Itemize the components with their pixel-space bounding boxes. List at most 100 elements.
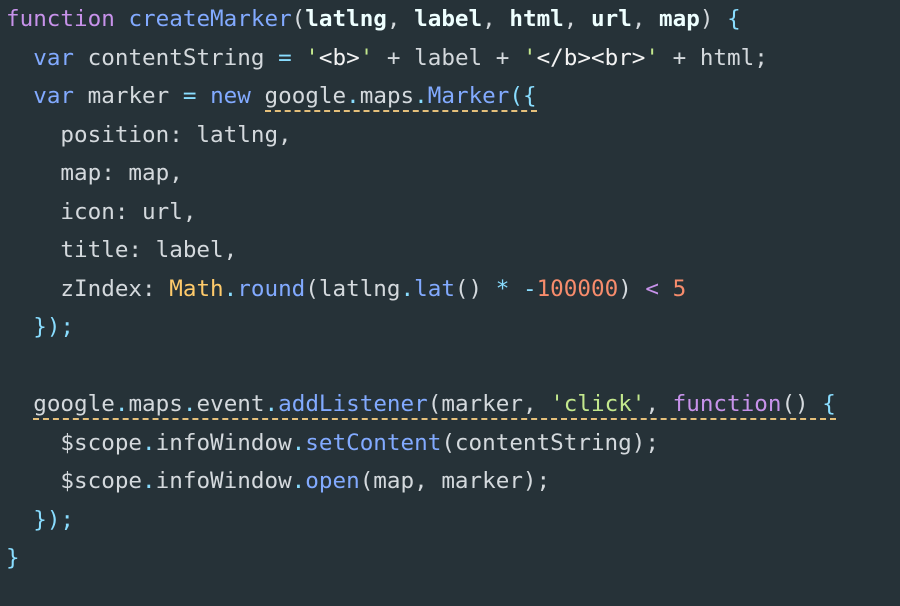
- code-token: <: [645, 275, 660, 302]
- code-token: .: [114, 391, 129, 417]
- code-line[interactable]: title: label,: [6, 231, 900, 270]
- code-line[interactable]: $scope.infoWindow.setContent(contentStri…: [6, 424, 900, 463]
- code-token: var: [33, 44, 75, 71]
- code-line[interactable]: [6, 347, 900, 386]
- code-token: + label +: [373, 44, 523, 71]
- code-token: html: [509, 6, 564, 32]
- code-token: var: [33, 83, 75, 109]
- code-token: maps: [359, 83, 415, 109]
- code-token: $scope: [6, 429, 143, 456]
- code-token: latlng: [305, 6, 387, 32]
- code-token: </b><br>: [536, 44, 646, 71]
- code-token: marker: [74, 83, 183, 109]
- code-token: google: [33, 391, 115, 417]
- code-token: Marker: [427, 83, 510, 109]
- code-token: .: [400, 275, 415, 302]
- code-token: infoWindow: [155, 429, 292, 456]
- code-token: icon: url,: [6, 198, 197, 225]
- code-token: .: [291, 468, 306, 494]
- code-line[interactable]: });: [6, 501, 900, 540]
- code-token: $scope: [6, 468, 143, 494]
- code-token: .: [414, 83, 428, 109]
- code-token: 100000: [536, 275, 619, 302]
- code-token: .: [346, 83, 360, 109]
- code-token: infoWindow: [155, 468, 292, 494]
- code-token: }: [6, 545, 20, 571]
- code-token: event: [196, 391, 265, 417]
- code-token: map: map,: [6, 160, 183, 186]
- code-token: setContent: [305, 429, 442, 456]
- code-token: .: [264, 391, 279, 417]
- code-token: ': [359, 44, 374, 71]
- code-token: ': [645, 44, 660, 71]
- code-line[interactable]: $scope.infoWindow.open(map, marker);: [6, 462, 900, 501]
- code-token: });: [33, 506, 75, 533]
- code-token: (latlng: [305, 275, 401, 302]
- code-editor[interactable]: function createMarker(latlng, label, htm…: [0, 0, 900, 606]
- code-line[interactable]: map: map,: [6, 154, 900, 193]
- warning-squiggle[interactable]: google.maps.event.addListener(marker, 'c…: [33, 391, 836, 420]
- code-token: ,: [482, 6, 510, 32]
- code-line[interactable]: function createMarker(latlng, label, htm…: [6, 0, 900, 39]
- code-token: + html;: [659, 44, 768, 71]
- code-token: .: [223, 275, 238, 302]
- code-token: =: [278, 44, 292, 71]
- code-token: ,: [645, 391, 673, 417]
- code-token: *: [495, 275, 510, 302]
- code-token: map: [659, 6, 700, 32]
- warning-squiggle[interactable]: google.maps.Marker({: [264, 83, 537, 112]
- code-token: ': [522, 44, 537, 71]
- code-token: 5: [672, 275, 687, 302]
- code-token: ,: [563, 6, 591, 32]
- code-token: {: [822, 391, 836, 417]
- code-line[interactable]: icon: url,: [6, 193, 900, 232]
- code-token: (): [781, 391, 823, 417]
- code-token: addListener: [278, 391, 428, 417]
- code-token: ): [699, 6, 728, 32]
- code-token: title: label,: [6, 237, 238, 263]
- code-token: Math: [169, 275, 224, 302]
- code-line[interactable]: });: [6, 308, 900, 347]
- code-token: google: [264, 83, 347, 109]
- code-token: 'click': [550, 391, 646, 417]
- code-token: .: [142, 429, 156, 456]
- code-line[interactable]: var marker = new google.maps.Marker({: [6, 77, 900, 116]
- code-token: ,: [386, 6, 415, 32]
- code-token: new: [210, 83, 251, 109]
- code-token: (marker,: [427, 391, 551, 417]
- code-token: <b>: [318, 44, 360, 71]
- code-token: contentString: [74, 44, 279, 71]
- code-token: .: [182, 391, 197, 417]
- code-token: .: [142, 468, 156, 494]
- code-line[interactable]: }: [6, 539, 900, 578]
- code-token: ({: [509, 83, 537, 109]
- code-token: createMarker: [128, 6, 292, 32]
- code-area[interactable]: function createMarker(latlng, label, htm…: [0, 0, 900, 578]
- code-token: (: [291, 6, 306, 32]
- code-line[interactable]: zIndex: Math.round(latlng.lat() * -10000…: [6, 270, 900, 309]
- code-token: function: [6, 6, 115, 32]
- code-token: (map, marker);: [359, 468, 551, 494]
- code-token: (contentString);: [441, 429, 659, 456]
- code-token: round: [237, 275, 306, 302]
- code-token: url: [591, 6, 632, 32]
- code-token: (): [454, 275, 496, 302]
- code-line[interactable]: var contentString = '<b>' + label + '</b…: [6, 39, 900, 78]
- code-token: position: latlng,: [6, 121, 292, 148]
- code-token: label: [414, 6, 483, 32]
- code-line[interactable]: google.maps.event.addListener(marker, 'c…: [6, 385, 900, 424]
- code-token: {: [727, 6, 741, 32]
- code-token: open: [305, 468, 360, 494]
- code-token: -: [522, 275, 537, 302]
- code-line[interactable]: position: latlng,: [6, 116, 900, 155]
